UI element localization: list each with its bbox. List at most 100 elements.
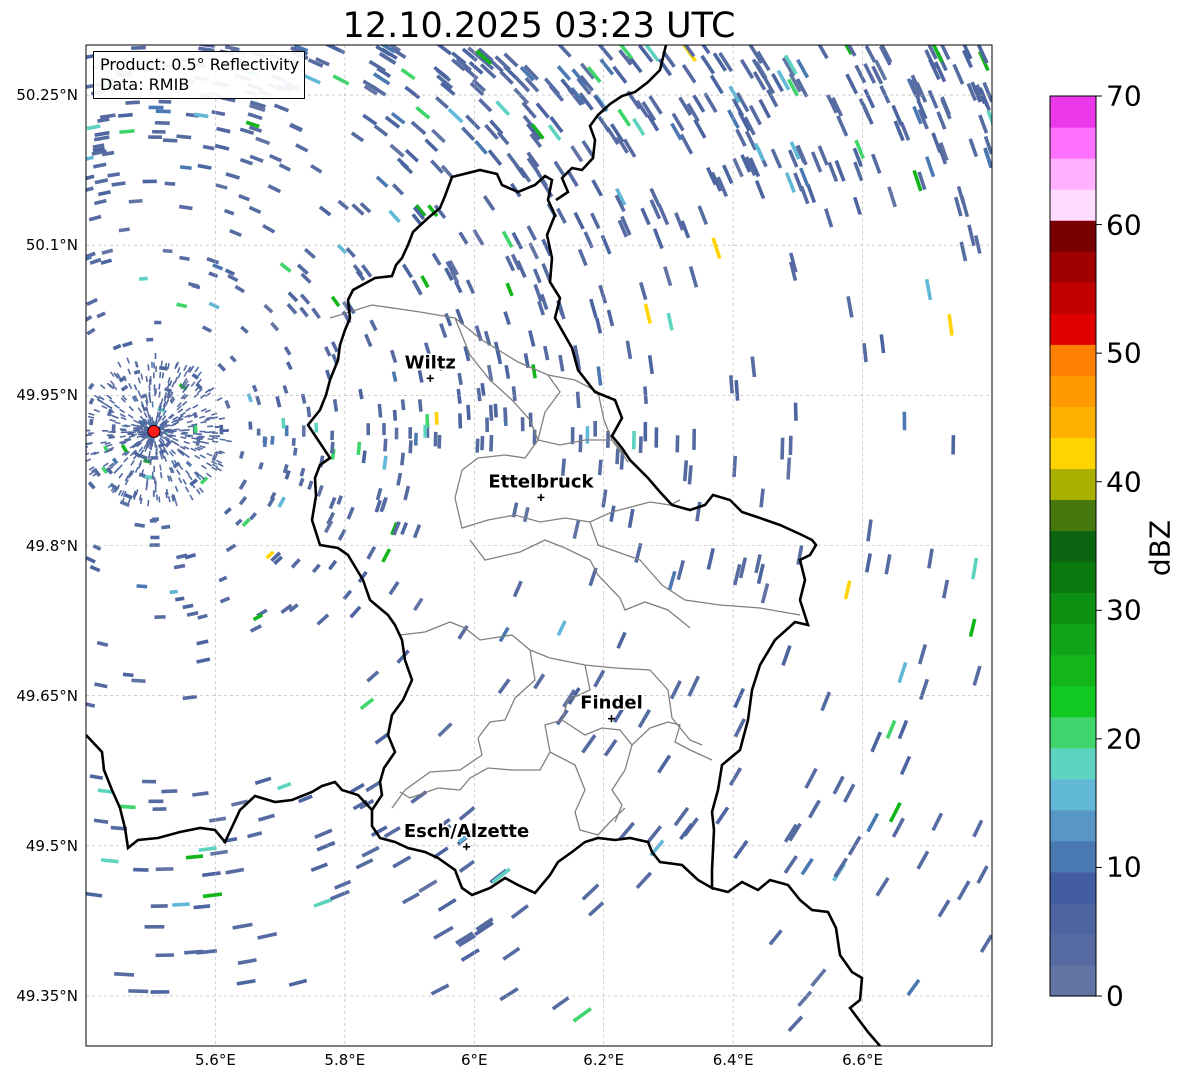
colorbar-tick-label: 50 <box>1106 336 1142 370</box>
radar-echo <box>142 179 157 184</box>
lat-tick-label: 49.95°N <box>16 386 78 405</box>
radar-echo <box>154 353 157 360</box>
radar-echo <box>158 99 172 104</box>
colorbar-segment <box>1050 654 1096 687</box>
radar-echo <box>458 413 463 429</box>
radar-echo <box>578 434 583 453</box>
colorbar-segment <box>1050 96 1096 128</box>
colorbar-tick-label: 60 <box>1106 208 1142 242</box>
radar-echo <box>211 432 219 434</box>
radar-echo <box>138 276 148 281</box>
colorbar-label: dBZ <box>1143 519 1177 577</box>
radar-echo <box>382 423 386 436</box>
radar-echo <box>301 425 306 437</box>
colorbar-segment <box>1050 964 1096 997</box>
colorbar-segment <box>1050 933 1096 966</box>
lat-tick-label: 49.35°N <box>16 986 78 1005</box>
colorbar-tick-label: 30 <box>1106 593 1142 627</box>
radar-echo <box>520 417 525 432</box>
radar-echo <box>134 430 141 432</box>
radar-echo <box>423 424 427 438</box>
colorbar-tick-label: 0 <box>1106 979 1124 1013</box>
radar-echo <box>788 435 793 456</box>
radar-echo <box>153 384 156 391</box>
colorbar-segment <box>1050 623 1096 656</box>
lat-tick-label: 49.8°N <box>25 536 78 555</box>
radar-site-marker <box>147 424 161 438</box>
radar-echo <box>204 431 211 434</box>
colorbar-segment <box>1050 778 1096 811</box>
radar-echo <box>155 109 171 114</box>
radar-echo <box>102 429 109 432</box>
radar-echo <box>780 437 785 460</box>
colorbar-segment <box>1050 592 1096 625</box>
radar-echo <box>154 615 166 620</box>
radar-echo <box>86 429 91 432</box>
radar-echo <box>503 407 508 422</box>
radar-echo <box>149 543 160 547</box>
info-box: Product: 0.5° Reflectivity Data: RMIB <box>93 51 306 99</box>
radar-echo <box>164 181 176 186</box>
city-label: Wiltz <box>405 352 456 373</box>
radar-echo <box>222 430 229 432</box>
radar-echo <box>108 431 115 433</box>
city-label: Findel <box>580 693 643 714</box>
colorbar-segment <box>1050 127 1096 159</box>
product-label: Product: 0.5° Reflectivity <box>100 55 300 74</box>
radar-echo <box>151 361 153 368</box>
radar-echo <box>161 789 178 794</box>
colorbar-segment <box>1050 375 1096 407</box>
radar-echo <box>142 779 157 784</box>
radar-echo <box>152 129 166 134</box>
colorbar-tick-label: 40 <box>1106 465 1142 499</box>
radar-echo <box>256 428 261 436</box>
radar-echo <box>281 417 286 429</box>
radar-echo <box>155 365 157 373</box>
radar-echo <box>156 494 158 501</box>
colorbar-segment <box>1050 437 1096 470</box>
radar-echo <box>131 45 146 50</box>
radar-echo <box>155 867 174 872</box>
radar-echo <box>248 421 253 430</box>
radar-echo <box>88 432 95 435</box>
lat-tick-label: 50.25°N <box>16 86 78 105</box>
colorbar-segment <box>1050 747 1096 780</box>
colorbar-segment <box>1050 313 1096 345</box>
radar-echo <box>951 435 956 455</box>
lat-tick-label: 49.65°N <box>16 686 78 705</box>
radar-echo <box>153 491 155 498</box>
data-source-label: Data: RMIB <box>100 75 190 94</box>
colorbar-segment <box>1050 468 1096 501</box>
radar-echo <box>408 427 413 439</box>
radar-echo <box>153 372 155 379</box>
radar-echo <box>199 430 206 433</box>
radar-echo <box>383 438 388 452</box>
radar-echo <box>485 417 490 433</box>
lat-tick-label: 49.5°N <box>25 836 78 855</box>
radar-echo <box>643 421 648 442</box>
radar-echo <box>86 434 92 437</box>
radar-echo <box>593 420 598 437</box>
colorbar-segment <box>1050 685 1096 718</box>
lat-tick-label: 50.1°N <box>25 236 78 255</box>
radar-echo <box>150 904 168 908</box>
radar-echo <box>394 427 399 440</box>
radar-echo <box>330 430 335 441</box>
radar-echo <box>152 517 159 522</box>
lon-tick-label: 6.2°E <box>583 1051 625 1069</box>
radar-echo <box>193 425 198 433</box>
radar-echo <box>154 120 170 125</box>
lon-tick-label: 6.4°E <box>712 1051 754 1069</box>
radar-echo <box>127 431 134 434</box>
radar-echo <box>437 434 442 449</box>
radar-map: Wiltz Ettelbruck Findel Esch/Alzette <box>85 44 1102 1047</box>
colorbar-segment <box>1050 902 1096 935</box>
radar-echo <box>489 434 494 452</box>
colorbar-tick-label: 10 <box>1106 850 1142 884</box>
radar-echo <box>902 411 907 431</box>
colorbar-segment <box>1050 251 1096 283</box>
radar-echo <box>128 989 149 994</box>
colorbar-segment <box>1050 406 1096 438</box>
radar-echo <box>270 435 275 445</box>
radar-echo <box>148 135 162 139</box>
